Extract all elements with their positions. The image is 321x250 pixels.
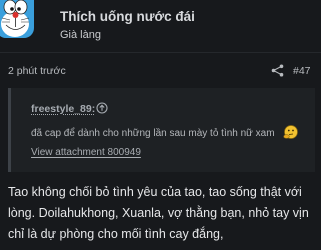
attachment-link[interactable]: View attachment 800949 bbox=[31, 147, 141, 158]
post-message: Tao không chối bỏ tình yêu của tao, tao … bbox=[8, 185, 309, 241]
user-title: Già làng bbox=[60, 29, 101, 41]
quote-text: đã cap để dành cho những lần sau mày tỏ … bbox=[31, 128, 275, 139]
post-time[interactable]: 2 phút trước bbox=[8, 65, 66, 77]
doraemon-avatar-icon bbox=[0, 0, 34, 38]
quote-block: freestyle_89: đã cap để dành cho những l… bbox=[8, 88, 315, 172]
quote-author-link[interactable]: freestyle_89: bbox=[31, 103, 95, 115]
avatar[interactable] bbox=[0, 0, 34, 38]
share-icon[interactable] bbox=[271, 64, 284, 77]
divider bbox=[0, 52, 321, 53]
arrow-up-circle-icon[interactable] bbox=[96, 102, 108, 114]
post-number[interactable]: #47 bbox=[293, 65, 311, 77]
thinking-smiley-icon bbox=[283, 125, 298, 139]
username[interactable]: Thích uống nước đái bbox=[60, 9, 195, 24]
post-header: Thích uống nước đái Già làng bbox=[0, 0, 321, 52]
